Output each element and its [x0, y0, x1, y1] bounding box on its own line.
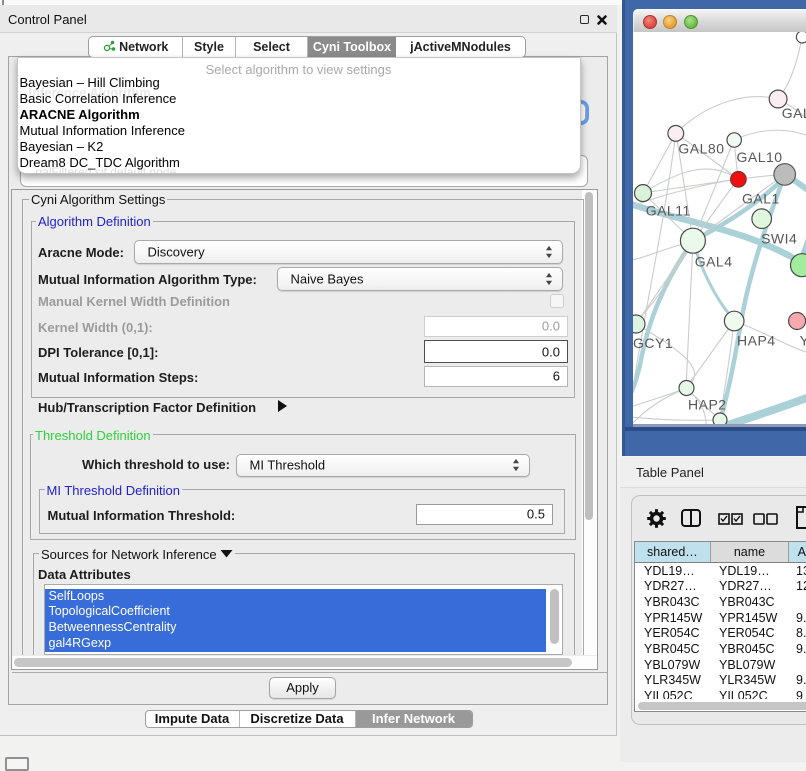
svg-text:GAL80: GAL80 — [678, 141, 724, 157]
svg-text:Y: Y — [800, 333, 806, 349]
svg-text:GCY1: GCY1 — [633, 335, 673, 351]
svg-text:GAL4: GAL4 — [695, 254, 733, 270]
svg-text:SWI4: SWI4 — [761, 231, 797, 247]
svg-text:HAP2: HAP2 — [688, 397, 727, 413]
svg-text:HAP4: HAP4 — [737, 333, 776, 349]
svg-text:GAL10: GAL10 — [737, 149, 783, 165]
svg-text:GAL1: GAL1 — [742, 191, 780, 207]
svg-text:GAL11: GAL11 — [646, 202, 691, 218]
svg-text:GAL: GAL — [782, 105, 806, 121]
